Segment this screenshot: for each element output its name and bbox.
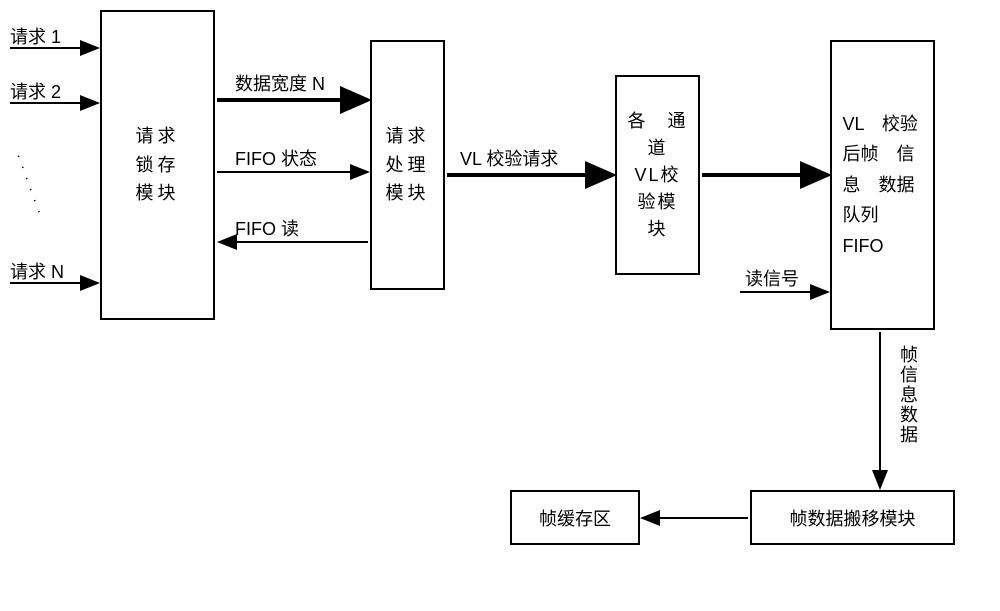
request-n-label: 请求 N	[10, 258, 64, 284]
frame-info-data-label: 帧信息数据	[895, 345, 921, 445]
request-1-label: 请求 1	[10, 23, 61, 49]
frame-buffer-text: 帧缓存区	[539, 505, 611, 531]
frame-move-text: 帧数据搬移模块	[790, 505, 916, 531]
frame-buffer-box: 帧缓存区	[510, 490, 640, 545]
read-signal-label: 读信号	[745, 265, 799, 291]
frame-move-box: 帧数据搬移模块	[750, 490, 955, 545]
vl-check-req-label: VL 校验请求	[460, 145, 558, 171]
request-process-text: 请求处理模块	[383, 122, 433, 208]
fifo-read-label: FIFO 读	[235, 215, 299, 241]
vl-fifo-text: VL 校验 后帧 信息 数据 队列 FIFO	[843, 109, 923, 262]
request-latch-text: 请求锁存模块	[133, 122, 183, 208]
request-latch-box: 请求锁存模块	[100, 10, 215, 320]
request-2-label: 请求 2	[10, 78, 61, 104]
data-width-label: 数据宽度 N	[235, 70, 325, 96]
dots-icon: . . . . . .	[14, 150, 51, 216]
fifo-status-label: FIFO 状态	[235, 145, 317, 171]
vl-fifo-box: VL 校验 后帧 信息 数据 队列 FIFO	[830, 40, 935, 330]
vl-check-text: 各 通道 VL校 验模 块	[628, 108, 688, 243]
request-process-box: 请求处理模块	[370, 40, 445, 290]
vl-check-box: 各 通道 VL校 验模 块	[615, 75, 700, 275]
